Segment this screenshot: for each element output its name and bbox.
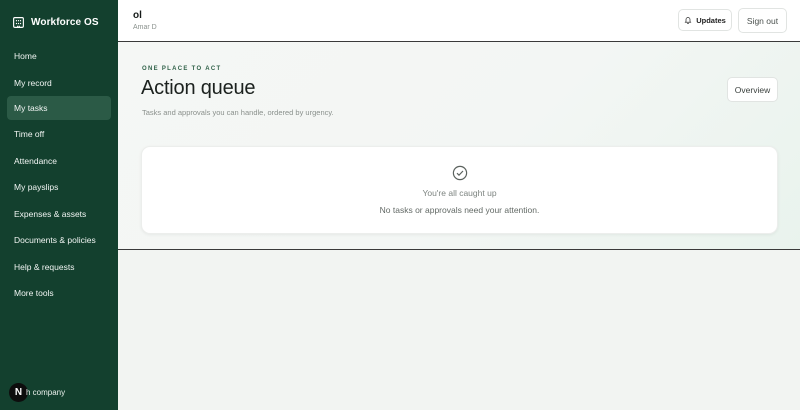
building-icon [13, 16, 24, 28]
sidebar-nav: Home My record My tasks Time off Attenda… [0, 43, 118, 307]
brand-name: Workforce OS [31, 16, 99, 28]
brand[interactable]: Workforce OS [0, 0, 118, 44]
sidebar-item-help-requests[interactable]: Help & requests [0, 254, 118, 281]
sidebar-item-my-record[interactable]: My record [0, 70, 118, 97]
empty-state-title: You're all caught up [422, 188, 497, 198]
sidebar-item-time-off[interactable]: Time off [0, 121, 118, 148]
empty-state-subtitle: No tasks or approvals need your attentio… [379, 205, 540, 215]
overview-button[interactable]: Overview [727, 77, 778, 102]
sidebar-item-documents-policies[interactable]: Documents & policies [0, 227, 118, 254]
topbar: ol Amar D Updates Sign out [118, 0, 800, 42]
bell-icon [684, 17, 692, 24]
user-subtitle: Amar D [133, 24, 157, 31]
sidebar-item-attendance[interactable]: Attendance [0, 148, 118, 175]
check-circle-icon [452, 165, 468, 181]
sidebar-item-expenses-assets[interactable]: Expenses & assets [0, 201, 118, 228]
sidebar-item-my-tasks[interactable]: My tasks [7, 96, 111, 120]
sign-out-button[interactable]: Sign out [738, 8, 787, 33]
main-content: ONE PLACE TO ACT Action queue Tasks and … [118, 42, 800, 250]
sidebar: Workforce OS Home My record My tasks Tim… [0, 0, 118, 410]
sidebar-item-more-tools[interactable]: More tools [0, 280, 118, 307]
updates-button[interactable]: Updates [678, 9, 732, 31]
company-switcher[interactable]: N h company [9, 383, 65, 402]
empty-state-card: You're all caught up No tasks or approva… [141, 146, 778, 234]
sidebar-item-my-payslips[interactable]: My payslips [0, 174, 118, 201]
sidebar-item-home[interactable]: Home [0, 43, 118, 70]
page-subtitle: Tasks and approvals you can handle, orde… [142, 108, 334, 117]
user-name: ol [133, 10, 142, 21]
company-name: h company [26, 388, 66, 397]
eyebrow-label: ONE PLACE TO ACT [142, 66, 222, 72]
page-title: Action queue [141, 77, 256, 99]
updates-label: Updates [696, 15, 726, 25]
